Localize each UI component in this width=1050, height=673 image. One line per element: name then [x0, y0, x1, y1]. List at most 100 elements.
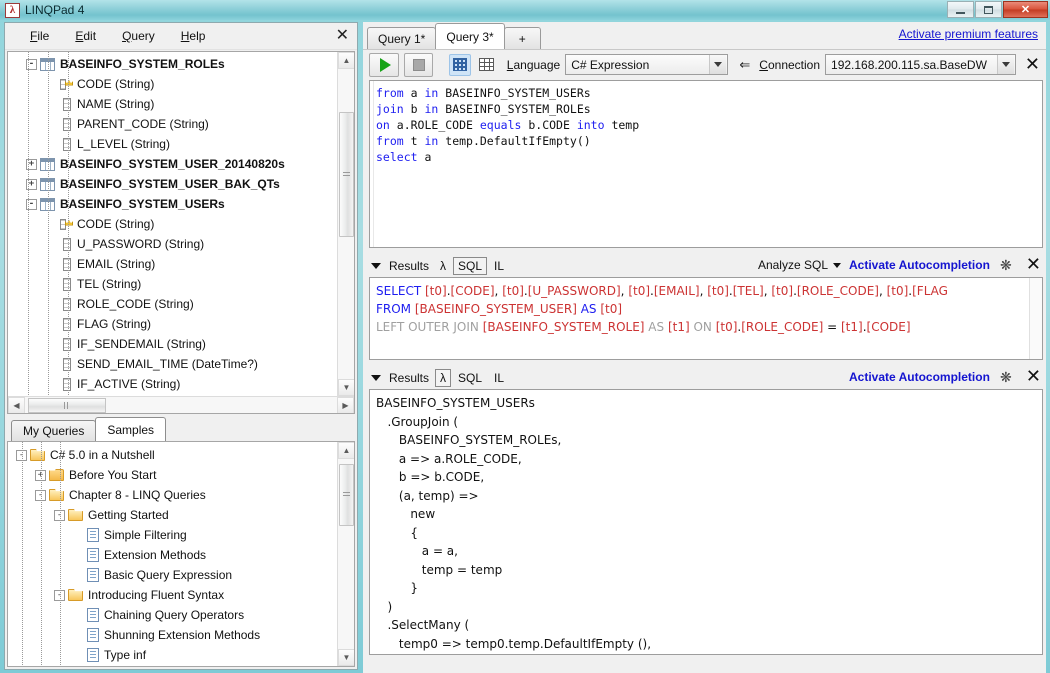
- query-tab-query-1[interactable]: Query 1*: [367, 27, 437, 49]
- schema-tree-row-label: TEL (String): [77, 277, 142, 291]
- query-document-icon: [87, 568, 99, 582]
- analyze-sql-button[interactable]: Analyze SQL: [758, 258, 841, 272]
- activate-premium-link[interactable]: Activate premium features: [899, 27, 1038, 41]
- schema-tree-row[interactable]: + BASEINFO_SYSTEM_USER_BAK_QTs: [8, 174, 337, 194]
- samples-tree-row[interactable]: Basic Query Expression: [8, 565, 337, 585]
- schema-tree-row[interactable]: ROLE_CODE (String): [8, 294, 337, 314]
- sql-pane-sql-tab[interactable]: SQL: [453, 256, 488, 275]
- schema-tree-row[interactable]: CODE (String): [8, 74, 337, 94]
- left-panel-tabs[interactable]: My Queries Samples: [11, 417, 357, 441]
- menu-help[interactable]: Help: [168, 26, 219, 46]
- stop-icon: [412, 58, 425, 71]
- lambda-pane-sql-tab[interactable]: SQL: [453, 369, 487, 387]
- query-tab-query-3[interactable]: Query 3*: [435, 23, 505, 49]
- schema-tree-row[interactable]: SEND_EMAIL_TIME (DateTime?): [8, 354, 337, 374]
- samples-tree-row[interactable]: -Getting Started: [8, 505, 337, 525]
- menu-edit[interactable]: Edit: [62, 26, 109, 46]
- samples-tree-row[interactable]: Simple Filtering: [8, 525, 337, 545]
- sql-pane-close-button[interactable]: ✕: [1026, 256, 1041, 274]
- left-arrow-icon[interactable]: ⇐: [739, 57, 750, 73]
- column-icon: [63, 357, 71, 371]
- schema-tree-row[interactable]: CODE (String): [8, 214, 337, 234]
- schema-tree[interactable]: - BASEINFO_SYSTEM_ROLEs CODE (String) NAME …: [8, 52, 337, 396]
- sql-pane-il-tab[interactable]: IL: [489, 257, 509, 275]
- maximize-button[interactable]: [975, 1, 1002, 18]
- schema-tree-row[interactable]: IF_SENDEMAIL (String): [8, 334, 337, 354]
- connection-select[interactable]: 192.168.200.115.sa.BaseDW: [825, 54, 1016, 75]
- samples-tree-row[interactable]: -Introducing Fluent Syntax: [8, 585, 337, 605]
- samples-tree[interactable]: -C# 5.0 in a Nutshell+Before You Start-C…: [8, 442, 337, 666]
- lambda-pane-body[interactable]: BASEINFO_SYSTEM_USERs .GroupJoin ( BASEI…: [369, 389, 1043, 655]
- samples-tree-row[interactable]: Chaining Query Operators: [8, 605, 337, 625]
- sql-pane-body[interactable]: SELECT [t0].[CODE], [t0].[U_PASSWORD], […: [369, 277, 1043, 360]
- left-tab-samples[interactable]: Samples: [95, 417, 167, 441]
- close-window-button[interactable]: ✕: [1003, 1, 1048, 18]
- stop-button[interactable]: [403, 52, 434, 77]
- close-query-button[interactable]: ✕: [1025, 55, 1040, 74]
- results-grid-button[interactable]: [449, 53, 472, 76]
- sql-pane-results-tab[interactable]: Results: [389, 259, 429, 273]
- language-dropdown-arrow[interactable]: [709, 55, 727, 74]
- lambda-activate-autocompletion-link[interactable]: Activate Autocompletion: [849, 370, 990, 384]
- query-editor-code[interactable]: from a in BASEINFO_SYSTEM_USERs join b in…: [376, 85, 1040, 165]
- samples-scroll-down-arrow[interactable]: ▼: [338, 649, 354, 666]
- column-icon: [63, 97, 71, 111]
- sql-pane-lambda-tab[interactable]: λ: [435, 257, 451, 275]
- query-editor[interactable]: from a in BASEINFO_SYSTEM_USERs join b in…: [369, 80, 1043, 248]
- connection-dropdown-arrow[interactable]: [996, 55, 1014, 74]
- schema-tree-row-label: BASEINFO_SYSTEM_USERs: [60, 197, 225, 211]
- schema-tree-vscrollbar[interactable]: ▲ ▼: [337, 52, 354, 396]
- samples-scroll-thumb[interactable]: [339, 464, 354, 526]
- lambda-pane-il-tab[interactable]: IL: [489, 369, 509, 387]
- schema-tree-row[interactable]: - BASEINFO_SYSTEM_ROLEs: [8, 54, 337, 74]
- schema-tree-row[interactable]: L_LEVEL (String): [8, 134, 337, 154]
- lambda-pane-close-button[interactable]: ✕: [1026, 368, 1041, 386]
- language-select[interactable]: C# Expression: [565, 54, 729, 75]
- code-line: from t in temp.DefaultIfEmpty(): [376, 134, 591, 148]
- hscroll-thumb[interactable]: [28, 398, 106, 413]
- sql-vscrollbar[interactable]: [1029, 278, 1042, 359]
- minimize-button[interactable]: [947, 1, 974, 18]
- code-line: from a in BASEINFO_SYSTEM_USERs: [376, 86, 591, 100]
- lambda-pane-lambda-tab[interactable]: λ: [435, 368, 452, 387]
- scroll-left-arrow[interactable]: ◀: [8, 397, 25, 413]
- results-table-button[interactable]: [476, 54, 498, 76]
- samples-tree-row[interactable]: Shunning Extension Methods: [8, 625, 337, 645]
- sql-pane-header: Results λ SQL IL Analyze SQL Activate Au…: [369, 254, 1043, 277]
- lambda-pane-results-tab[interactable]: Results: [389, 371, 429, 385]
- run-button[interactable]: [369, 52, 399, 77]
- scroll-down-arrow[interactable]: ▼: [338, 379, 354, 396]
- samples-scroll-up-arrow[interactable]: ▲: [338, 442, 354, 459]
- samples-vscrollbar[interactable]: ▲ ▼: [337, 442, 354, 666]
- schema-tree-hscrollbar[interactable]: ◀ ▶: [8, 396, 354, 413]
- samples-tree-row[interactable]: Type inf: [8, 645, 337, 665]
- samples-tree-row[interactable]: -C# 5.0 in a Nutshell: [8, 445, 337, 465]
- caret-down-icon[interactable]: [371, 374, 381, 381]
- sparkle-icon[interactable]: ❋: [998, 257, 1014, 273]
- scroll-thumb[interactable]: [339, 112, 354, 237]
- schema-tree-row[interactable]: NAME (String): [8, 94, 337, 114]
- samples-tree-row[interactable]: +Before You Start: [8, 465, 337, 485]
- new-query-tab[interactable]: +: [503, 27, 541, 49]
- menu-query[interactable]: Query: [109, 26, 168, 46]
- schema-tree-row[interactable]: EMAIL (String): [8, 254, 337, 274]
- schema-tree-row[interactable]: TEL (String): [8, 274, 337, 294]
- schema-tree-row[interactable]: FLAG (String): [8, 314, 337, 334]
- sparkle-icon[interactable]: ❋: [998, 369, 1014, 385]
- schema-tree-row[interactable]: PARENT_CODE (String): [8, 114, 337, 134]
- query-tabs[interactable]: Query 1* Query 3* + Activate premium featur…: [363, 22, 1046, 49]
- left-tab-my-queries[interactable]: My Queries: [11, 420, 97, 441]
- caret-down-icon[interactable]: [371, 262, 381, 269]
- samples-tree-row[interactable]: Extension Methods: [8, 545, 337, 565]
- schema-tree-row[interactable]: + BASEINFO_SYSTEM_USER_20140820s: [8, 154, 337, 174]
- language-value: C# Expression: [571, 57, 650, 72]
- sql-activate-autocompletion-link[interactable]: Activate Autocompletion: [849, 258, 990, 272]
- scroll-right-arrow[interactable]: ▶: [337, 397, 354, 413]
- samples-tree-row[interactable]: -Chapter 8 - LINQ Queries: [8, 485, 337, 505]
- schema-tree-row[interactable]: IF_ACTIVE (String): [8, 374, 337, 394]
- menu-file[interactable]: File: [17, 26, 62, 46]
- scroll-up-arrow[interactable]: ▲: [338, 52, 354, 69]
- close-panel-button[interactable]: ✕: [336, 26, 349, 44]
- schema-tree-row[interactable]: - BASEINFO_SYSTEM_USERs: [8, 194, 337, 214]
- schema-tree-row[interactable]: U_PASSWORD (String): [8, 234, 337, 254]
